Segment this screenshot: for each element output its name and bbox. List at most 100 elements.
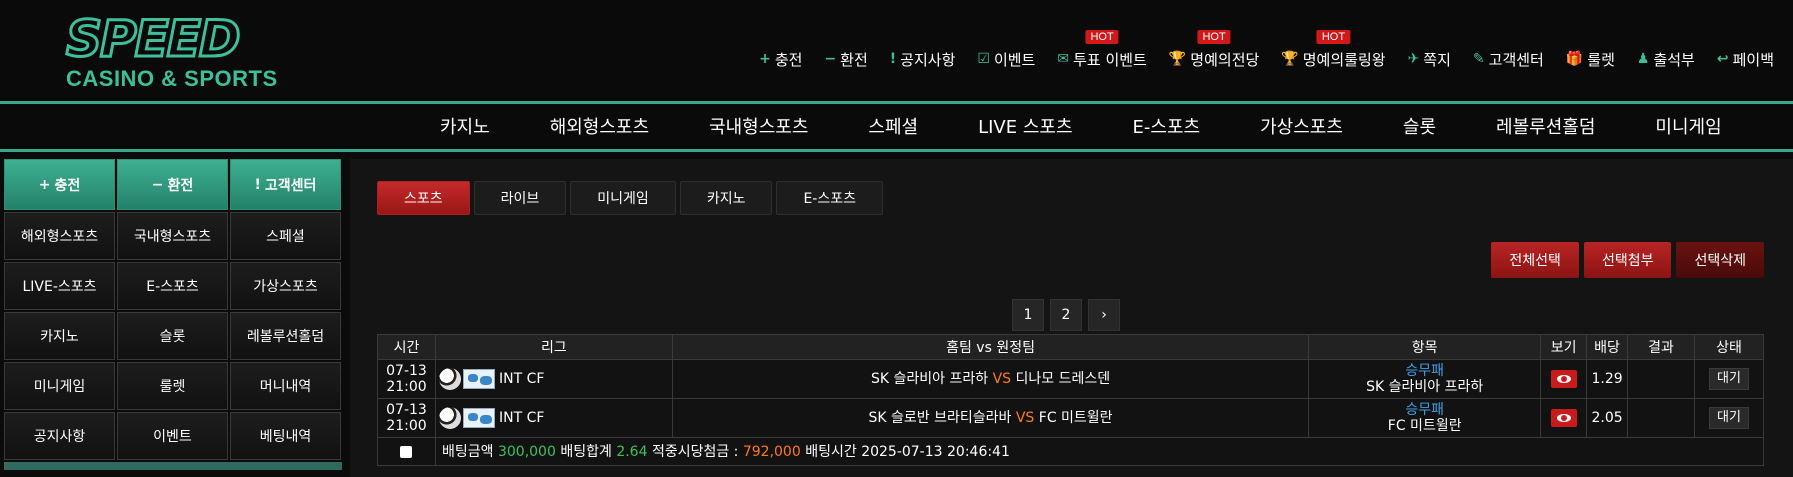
- page-1-button[interactable]: 1: [1012, 299, 1044, 331]
- tab-2[interactable]: 미니게임: [570, 181, 676, 215]
- page-2-button[interactable]: 2: [1050, 299, 1082, 331]
- topnav-item-11[interactable]: ↩ 페이백: [1706, 48, 1785, 70]
- topnav-item-2[interactable]: ! 공지사항: [879, 48, 967, 70]
- sidebar-item[interactable]: 이벤트: [117, 412, 228, 460]
- status-badge: 대기: [1709, 368, 1749, 390]
- topnav-item-4[interactable]: ✉ 투표 이벤트 HOT: [1046, 30, 1158, 70]
- eye-icon[interactable]: [1550, 409, 1577, 427]
- next-page-button[interactable]: ›: [1088, 299, 1120, 331]
- topnav-label: 명예의전당: [1190, 50, 1260, 69]
- topnav-item-9[interactable]: 🎁 룰렛: [1555, 48, 1626, 70]
- tab-4[interactable]: E-스포츠: [776, 181, 883, 215]
- topnav-icon: ✉: [1057, 51, 1070, 67]
- tab-3[interactable]: 카지노: [679, 181, 773, 215]
- sidebar-label: 환전: [167, 177, 194, 194]
- logo-word: SPEED: [65, 10, 242, 68]
- sidebar-icon: !: [254, 176, 261, 193]
- pagination: 1 2 ›: [1012, 299, 1120, 331]
- sidebar-deposit-button[interactable]: + 충전: [4, 159, 115, 210]
- topnav-item-1[interactable]: − 환전: [813, 48, 878, 70]
- topnav-item-3[interactable]: ☑ 이벤트: [966, 48, 1046, 70]
- sidebar-withdraw-button[interactable]: − 환전: [117, 159, 228, 210]
- topnav-label: 이벤트: [993, 50, 1036, 69]
- site-logo[interactable]: SPEED CASINO & SPORTS: [65, 10, 306, 94]
- mainnav-item-0[interactable]: 카지노: [410, 113, 520, 139]
- table-row: 07-13 21:00 INT CF SK 슬로반 브라티슬라바 VS FC 미트…: [377, 398, 1764, 438]
- header-view: 보기: [1540, 334, 1588, 360]
- sidebar-item[interactable]: 레볼루션홀덤: [230, 312, 341, 360]
- eye-icon[interactable]: [1550, 370, 1577, 388]
- sidebar-item[interactable]: 국내형스포츠: [117, 212, 228, 260]
- mainnav-item-7[interactable]: 슬롯: [1373, 113, 1466, 139]
- win-amount: 792,000: [742, 443, 801, 460]
- sidebar-item[interactable]: 해외형스포츠: [4, 212, 115, 260]
- sidebar-item[interactable]: 룰렛: [117, 362, 228, 410]
- teams-cell: SK 슬라비아 프라하 VS 디나모 드레스덴: [671, 359, 1310, 399]
- topnav-item-7[interactable]: ✈ 쪽지: [1397, 48, 1462, 70]
- main-nav: 카지노 해외형스포츠 국내형스포츠 스페셜 LIVE 스포츠 E-스포츠 가상스포츠 슬롯 레볼…: [0, 104, 1793, 152]
- market-cell: 승무패 SK 슬라비아 프라하: [1308, 359, 1542, 399]
- logo-subtitle: CASINO & SPORTS: [66, 66, 278, 91]
- sidebar-item[interactable]: 공지사항: [4, 412, 115, 460]
- sidebar-item[interactable]: 베팅내역: [230, 412, 341, 460]
- table-header-row: 시간 리그 홈팀 vs 원정팀 항목 보기 배당 결과 상태: [377, 334, 1764, 360]
- sidebar-item[interactable]: E-스포츠: [117, 262, 228, 310]
- mainnav-item-5[interactable]: E-스포츠: [1103, 113, 1231, 139]
- sidebar-item[interactable]: 카지노: [4, 312, 115, 360]
- topnav-icon: 🎁: [1565, 51, 1584, 67]
- table-row: 07-13 21:00 INT CF SK 슬라비아 프라하 VS 디나모 드레스…: [377, 359, 1764, 399]
- soccer-ball-icon: [438, 407, 461, 429]
- top-nav: + 충전 − 환전! 공지사항 ☑ 이벤트 ✉ 투표 이벤트 HOT 🏆 명예의전당 HOT 🏆 명예의룰링…: [748, 30, 1785, 70]
- odds-value: 2.05: [1586, 398, 1629, 438]
- mainnav-item-8[interactable]: 레볼루션홀덤: [1466, 113, 1625, 139]
- attach-selected-button[interactable]: 선택첨부: [1583, 242, 1672, 278]
- topnav-icon: !: [889, 51, 897, 67]
- topnav-item-5[interactable]: 🏆 명예의전당 HOT: [1158, 30, 1270, 70]
- mainnav-item-1[interactable]: 해외형스포츠: [520, 113, 679, 139]
- topnav-label: 충전: [774, 50, 803, 69]
- topnav-item-0[interactable]: + 충전: [748, 48, 813, 70]
- topnav-item-8[interactable]: ✎ 고객센터: [1462, 48, 1555, 70]
- sidebar-item[interactable]: 머니내역: [230, 362, 341, 410]
- topnav-icon: −: [824, 51, 837, 67]
- hot-badge: HOT: [1197, 30, 1231, 44]
- odds-value: 1.29: [1586, 359, 1629, 399]
- view-cell: [1540, 398, 1588, 438]
- topnav-icon: ♟: [1636, 51, 1650, 67]
- select-checkbox[interactable]: [400, 445, 413, 458]
- bet-table: 시간 리그 홈팀 vs 원정팀 항목 보기 배당 결과 상태 07-13 21:0…: [377, 334, 1765, 466]
- select-all-button[interactable]: 전체선택: [1491, 242, 1579, 278]
- sidebar-item[interactable]: 슬롯: [117, 312, 228, 360]
- teams-cell: SK 슬로반 브라티슬라바 VS FC 미트윌란: [671, 398, 1310, 438]
- topnav-item-10[interactable]: ♟ 출석부: [1626, 48, 1706, 70]
- topnav-icon: 🏆: [1168, 51, 1187, 67]
- header-teams: 홈팀 vs 원정팀: [671, 334, 1310, 360]
- sidebar-support-button[interactable]: ! 고객센터: [230, 159, 341, 210]
- match-time: 07-13 21:00: [377, 359, 436, 399]
- delete-selected-button[interactable]: 선택삭제: [1676, 242, 1764, 278]
- topnav-icon: ↩: [1716, 51, 1729, 67]
- mainnav-item-6[interactable]: 가상스포츠: [1230, 113, 1373, 139]
- world-flag-icon: [462, 408, 495, 428]
- status-cell: 대기: [1694, 359, 1764, 399]
- sidebar-item[interactable]: LIVE-스포츠: [4, 262, 115, 310]
- mainnav-item-3[interactable]: 스페셜: [838, 113, 948, 139]
- topnav-label: 쪽지: [1423, 50, 1451, 69]
- sidebar-item[interactable]: 스페셜: [230, 212, 341, 260]
- sidebar-banner: [4, 462, 342, 470]
- mainnav-item-4[interactable]: LIVE 스포츠: [948, 113, 1102, 139]
- sidebar-item[interactable]: 미니게임: [4, 362, 115, 410]
- topnav-icon: ☑: [977, 51, 990, 67]
- sidebar-item[interactable]: 가상스포츠: [230, 262, 341, 310]
- topnav-item-6[interactable]: 🏆 명예의룰링왕 HOT: [1270, 30, 1396, 70]
- topnav-label: 룰렛: [1587, 50, 1615, 69]
- mainnav-item-9[interactable]: 미니게임: [1625, 113, 1751, 139]
- topnav-icon: ✈: [1407, 51, 1420, 67]
- tab-0[interactable]: 스포츠: [377, 181, 470, 215]
- world-flag-icon: [462, 369, 495, 389]
- header-league: 리그: [434, 334, 673, 360]
- sidebar-row: 해외형스포츠 국내형스포츠 스페셜: [4, 212, 342, 260]
- tab-1[interactable]: 라이브: [473, 181, 567, 215]
- mainnav-item-2[interactable]: 국내형스포츠: [679, 113, 838, 139]
- bet-amount: 300,000: [497, 443, 556, 460]
